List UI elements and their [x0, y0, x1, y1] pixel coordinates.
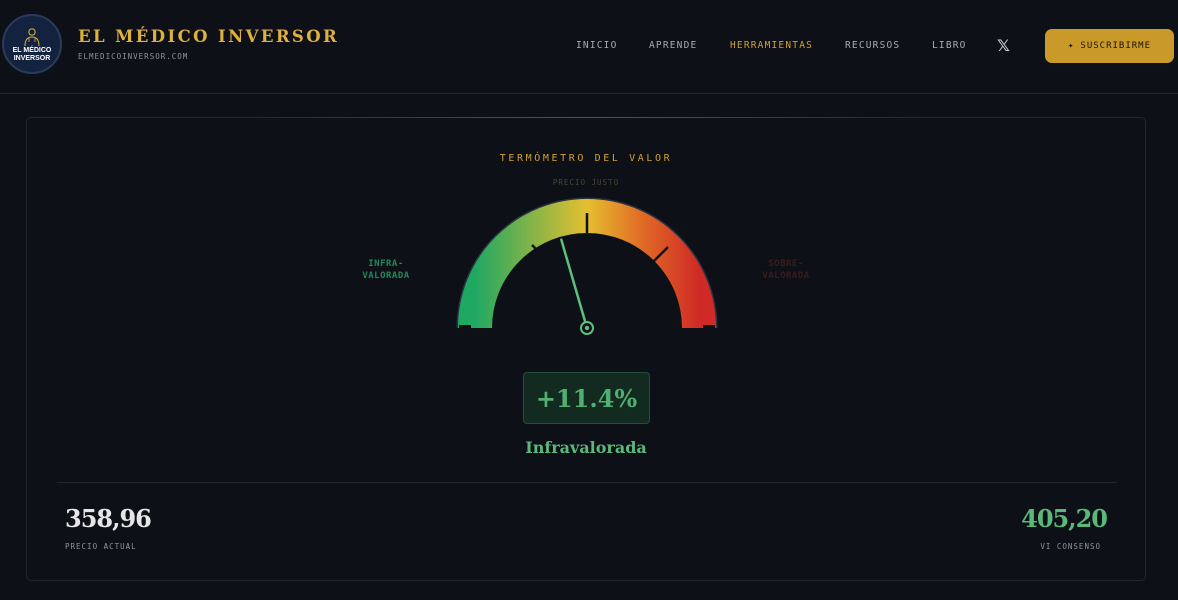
percentage-badge: +11.4%	[523, 372, 650, 424]
intrinsic-value-value: 405,20	[1021, 504, 1108, 533]
subscribe-button[interactable]: ✦ SUSCRIBIRME	[1045, 29, 1174, 63]
x-logo-icon[interactable]: 𝕏	[997, 36, 1010, 55]
doctor-icon	[24, 28, 40, 47]
current-price-label: PRECIO ACTUAL	[65, 542, 137, 551]
site-header: EL MÉDICO INVERSOR EL MÉDICO INVERSOR EL…	[0, 0, 1178, 94]
card-divider	[57, 482, 1117, 483]
brand-title[interactable]: EL MÉDICO INVERSOR	[78, 27, 339, 46]
valuation-gauge	[456, 197, 718, 335]
sparkle-icon: ✦	[1067, 41, 1075, 51]
nav-libro[interactable]: LIBRO	[932, 40, 967, 51]
nav-herramientas[interactable]: HERRAMIENTAS	[730, 40, 813, 51]
brand-domain: ELMEDICOINVERSOR.COM	[78, 52, 189, 61]
valuation-verdict: Infravalorada	[525, 438, 647, 457]
nav-inicio[interactable]: INICIO	[576, 40, 618, 51]
value-thermometer-card: TERMÓMETRO DEL VALOR PRECIO JUSTO INFRA-…	[26, 117, 1146, 581]
undervalued-label-line1: INFRA-	[368, 259, 404, 269]
undervalued-label-line2: VALORADA	[362, 271, 410, 281]
gauge-needle-dot	[584, 325, 590, 331]
gauge-tick-left	[531, 244, 547, 260]
nav-recursos[interactable]: RECURSOS	[845, 40, 900, 51]
overvalued-label: SOBRE- VALORADA	[741, 258, 831, 282]
current-price-value: 358,96	[65, 504, 152, 533]
overvalued-label-line1: SOBRE-	[768, 259, 804, 269]
subscribe-label: SUSCRIBIRME	[1080, 41, 1152, 51]
logo-text-line1: EL MÉDICO	[12, 47, 52, 54]
overvalued-label-line2: VALORADA	[762, 271, 810, 281]
logo-text-line2: INVERSOR	[13, 55, 51, 62]
gauge-title: TERMÓMETRO DEL VALOR	[499, 153, 673, 164]
card-top-glow	[227, 117, 947, 118]
intrinsic-value-label: VI CONSENSO	[1040, 542, 1101, 551]
logo-badge[interactable]: EL MÉDICO INVERSOR	[2, 14, 62, 74]
undervalued-label: INFRA- VALORADA	[341, 258, 431, 282]
fair-price-label: PRECIO JUSTO	[552, 178, 620, 187]
gauge-needle	[560, 238, 589, 330]
nav-aprende[interactable]: APRENDE	[649, 40, 697, 51]
